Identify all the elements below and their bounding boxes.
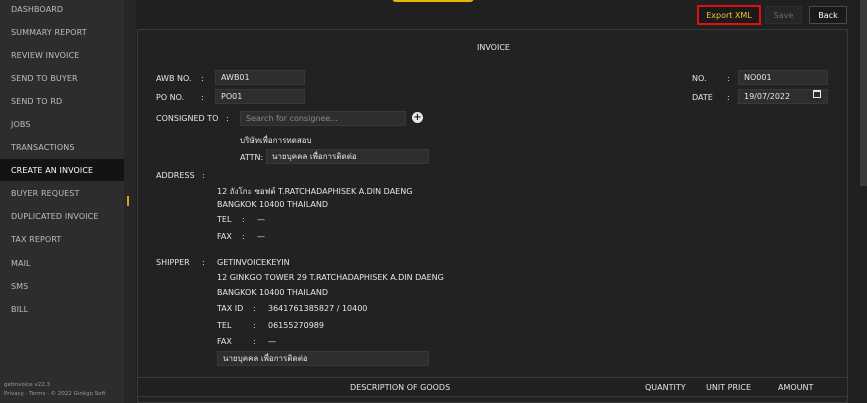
sidebar-footer: getInvoice v22.3 Privacy · Terms · © 202… bbox=[4, 381, 106, 399]
address-line-2: BANGKOK 10400 THAILAND bbox=[217, 200, 329, 209]
consignee-fax-value: — bbox=[257, 232, 265, 241]
top-accent-tab bbox=[392, 0, 474, 2]
sidebar-item-duplicated-invoice[interactable]: DUPLICATED INVOICE bbox=[0, 205, 124, 227]
shipper-fax-value: — bbox=[268, 337, 276, 346]
consignee-tel-value: — bbox=[257, 215, 265, 224]
shipper-contact-input[interactable]: นายบุคคล เพื่อการติดต่อ bbox=[217, 351, 429, 366]
attn-label: ATTN: bbox=[240, 153, 264, 162]
consignee-search-input[interactable]: Search for consignee... bbox=[240, 111, 406, 126]
sidebar-item-summary-report[interactable]: SUMMARY REPORT bbox=[0, 21, 124, 43]
col-quantity: QUANTITY bbox=[645, 383, 686, 392]
save-button[interactable]: Save bbox=[765, 6, 802, 24]
footer-links: Privacy · Terms · © 2022 Ginkgo Soft bbox=[4, 391, 106, 397]
po-label: PO NO. bbox=[156, 93, 185, 102]
sidebar-item-create-invoice[interactable]: CREATE AN INVOICE bbox=[0, 159, 124, 181]
no-colon: : bbox=[727, 74, 730, 83]
back-button[interactable]: Back bbox=[809, 6, 847, 24]
sidebar-item-tax-report[interactable]: TAX REPORT bbox=[0, 228, 124, 250]
sidebar-item-send-to-rd[interactable]: SEND TO RD bbox=[0, 90, 124, 112]
scroll-indicator bbox=[127, 196, 129, 206]
terms-link[interactable]: Terms bbox=[29, 391, 45, 397]
address-line-1: 12 ถังโกะ ซอฟต์ T.RATCHADAPHISEK A.DIN D… bbox=[217, 187, 413, 196]
sidebar-item-jobs[interactable]: JOBS bbox=[0, 113, 124, 135]
col-description: DESCRIPTION OF GOODS bbox=[350, 383, 451, 392]
sidebar-gutter bbox=[124, 0, 136, 403]
col-unit-price: UNIT PRICE bbox=[706, 383, 752, 392]
shipper-tel-value: 06155270989 bbox=[268, 321, 324, 330]
shipper-colon: : bbox=[202, 258, 205, 267]
privacy-link[interactable]: Privacy bbox=[4, 391, 24, 397]
address-label: ADDRESS bbox=[156, 171, 195, 180]
sidebar-item-review-invoice[interactable]: REVIEW INVOICE bbox=[0, 44, 124, 66]
copyright: © 2022 Ginkgo Soft bbox=[50, 391, 106, 397]
taxid-colon: : bbox=[253, 304, 256, 313]
add-consignee-icon[interactable]: + bbox=[412, 112, 423, 123]
consigned-colon: : bbox=[226, 114, 229, 123]
invoice-title: INVOICE bbox=[477, 43, 510, 52]
date-label: DATE bbox=[692, 93, 713, 102]
export-xml-button[interactable]: Export XML bbox=[697, 5, 761, 25]
shipper-name: GETINVOICEKEYIN bbox=[217, 258, 290, 267]
awb-input[interactable]: AWB01 bbox=[215, 70, 305, 85]
app-version: getInvoice v22.3 bbox=[4, 382, 50, 388]
no-label: NO. bbox=[692, 74, 707, 83]
sidebar-item-send-to-buyer[interactable]: SEND TO BUYER bbox=[0, 67, 124, 89]
address-colon: : bbox=[202, 171, 205, 180]
taxid-label: TAX ID bbox=[217, 304, 244, 313]
awb-label: AWB NO. bbox=[156, 74, 192, 83]
sidebar-item-mail[interactable]: MAIL bbox=[0, 252, 124, 274]
shipper-fax-colon: : bbox=[253, 337, 256, 346]
consignee-tel-label: TEL bbox=[217, 215, 232, 224]
sidebar-item-bill[interactable]: BILL bbox=[0, 298, 124, 320]
taxid-value: 3641761385827 / 10400 bbox=[268, 304, 368, 313]
consignee-fax-label: FAX bbox=[217, 232, 232, 241]
shipper-tel-colon: : bbox=[253, 321, 256, 330]
sidebar-item-buyer-request[interactable]: BUYER REQUEST bbox=[0, 182, 124, 204]
consignee-name: บริษัทเพื่อการทดสอบ bbox=[240, 136, 312, 145]
no-input[interactable]: NO001 bbox=[738, 70, 828, 85]
consignee-tel-colon: : bbox=[242, 215, 245, 224]
sidebar: DASHBOARD SUMMARY REPORT REVIEW INVOICE … bbox=[0, 0, 124, 403]
shipper-fax-label: FAX bbox=[217, 337, 232, 346]
consigned-to-label: CONSIGNED TO bbox=[156, 114, 219, 123]
po-colon: : bbox=[201, 93, 204, 102]
awb-colon: : bbox=[201, 74, 204, 83]
sidebar-item-transactions[interactable]: TRANSACTIONS bbox=[0, 136, 124, 158]
shipper-address-line-1: 12 GINKGO TOWER 29 T.RATCHADAPHISEK A.DI… bbox=[217, 273, 444, 282]
page-scrollbar[interactable] bbox=[860, 0, 867, 186]
sidebar-item-dashboard[interactable]: DASHBOARD bbox=[0, 0, 124, 20]
shipper-address-line-2: BANGKOK 10400 THAILAND bbox=[217, 288, 329, 297]
shipper-label: SHIPPER bbox=[156, 258, 190, 267]
calendar-icon[interactable] bbox=[813, 90, 821, 98]
date-colon: : bbox=[727, 93, 730, 102]
shipper-tel-label: TEL bbox=[217, 321, 232, 330]
attn-input[interactable]: นายบุคคล เพื่อการติดต่อ bbox=[266, 149, 429, 164]
consignee-fax-colon: : bbox=[242, 232, 245, 241]
sidebar-item-sms[interactable]: SMS bbox=[0, 275, 124, 297]
po-input[interactable]: PO01 bbox=[215, 89, 305, 104]
col-amount: AMOUNT bbox=[778, 383, 814, 392]
